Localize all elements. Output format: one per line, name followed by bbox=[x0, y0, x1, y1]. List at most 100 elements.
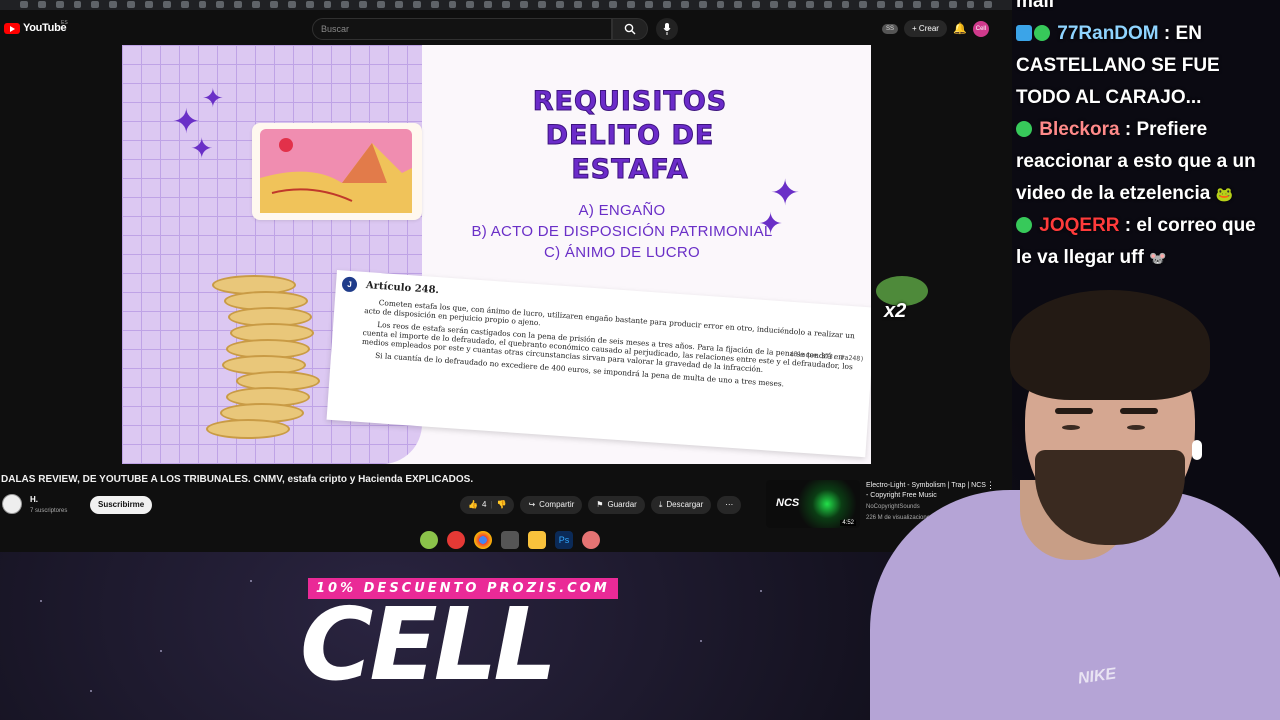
stream-scene: YouTube ES Buscar SS + Crear 🔔 Cell ✦ ✦ … bbox=[0, 0, 1280, 720]
browser-tab[interactable] bbox=[609, 1, 618, 8]
browser-tab[interactable] bbox=[770, 1, 778, 8]
browser-tab[interactable] bbox=[680, 1, 689, 8]
browser-tab[interactable] bbox=[162, 1, 171, 8]
photoshop-icon[interactable]: Ps bbox=[555, 531, 573, 549]
star bbox=[90, 690, 92, 692]
streamer-eye bbox=[1127, 425, 1145, 430]
browser-tab[interactable] bbox=[180, 1, 189, 8]
browser-tab[interactable] bbox=[109, 1, 118, 8]
browser-tab[interactable] bbox=[787, 1, 796, 8]
thumbs-up-icon[interactable]: 👍 bbox=[468, 496, 478, 514]
browser-tab-strip[interactable] bbox=[0, 0, 1012, 10]
chat-username[interactable]: JOQERR bbox=[1039, 215, 1119, 236]
microphone-icon bbox=[663, 23, 671, 35]
taskbar: Ps bbox=[420, 531, 600, 549]
browser-tab[interactable] bbox=[645, 1, 653, 8]
app-icon[interactable] bbox=[420, 531, 438, 549]
browser-tab[interactable] bbox=[520, 1, 528, 8]
browser-tab[interactable] bbox=[502, 1, 511, 8]
browser-tab[interactable] bbox=[966, 1, 975, 8]
browser-tab[interactable] bbox=[627, 1, 636, 8]
browser-tab[interactable] bbox=[716, 1, 725, 8]
channel-name[interactable]: H. bbox=[30, 495, 38, 504]
browser-tab[interactable] bbox=[430, 1, 439, 8]
search-button[interactable] bbox=[612, 18, 648, 40]
browser-tab[interactable] bbox=[948, 1, 957, 8]
browser-tab[interactable] bbox=[662, 1, 671, 8]
voice-search-button[interactable] bbox=[656, 18, 678, 40]
browser-tab[interactable] bbox=[859, 1, 868, 8]
save-button[interactable]: ⚑ Guardar bbox=[588, 496, 645, 514]
browser-tab[interactable] bbox=[55, 1, 64, 8]
browser-tab[interactable] bbox=[252, 1, 261, 8]
browser-tab[interactable] bbox=[484, 1, 493, 8]
create-button[interactable]: + Crear bbox=[904, 20, 947, 37]
browser-tab[interactable] bbox=[984, 1, 993, 8]
browser-tab[interactable] bbox=[698, 1, 707, 8]
browser-tab[interactable] bbox=[573, 1, 582, 8]
notifications-bell-icon[interactable]: 🔔 bbox=[953, 22, 967, 36]
browser-tab[interactable] bbox=[823, 1, 832, 8]
browser-tab[interactable] bbox=[341, 1, 350, 8]
chat-username[interactable]: 77RanDOM bbox=[1057, 23, 1158, 44]
subscriber-badge-icon bbox=[1034, 25, 1050, 41]
profile-avatar[interactable]: Cell bbox=[972, 20, 989, 37]
app-icon[interactable] bbox=[447, 531, 465, 549]
browser-tab[interactable] bbox=[591, 1, 600, 8]
subscribe-button[interactable]: Suscribirme bbox=[90, 496, 153, 514]
browser-tab[interactable] bbox=[91, 1, 100, 8]
browser-tab[interactable] bbox=[466, 1, 475, 8]
desert-illustration bbox=[252, 123, 422, 220]
emote-icon: 🐭 bbox=[1149, 250, 1167, 266]
more-icon: ⋯ bbox=[725, 500, 734, 509]
browser-tab[interactable] bbox=[145, 1, 153, 8]
browser-tab[interactable] bbox=[37, 1, 46, 8]
browser-tab[interactable] bbox=[234, 1, 243, 8]
browser-tab[interactable] bbox=[752, 1, 761, 8]
account-badge[interactable]: SS bbox=[882, 23, 899, 34]
more-options-button[interactable]: ⋯ bbox=[717, 496, 742, 514]
download-label: Descargar bbox=[666, 500, 704, 509]
youtube-play-icon bbox=[4, 22, 20, 34]
earbud bbox=[1192, 440, 1202, 460]
chat-username[interactable]: Bleckora bbox=[1039, 119, 1119, 140]
share-button[interactable]: ↪ Compartir bbox=[520, 496, 583, 514]
browser-tab[interactable] bbox=[377, 1, 386, 8]
browser-tab[interactable] bbox=[127, 1, 136, 8]
browser-tab[interactable] bbox=[555, 1, 564, 8]
requirement-item: C) ÁNIMO DE LUCRO bbox=[544, 244, 700, 261]
app-icon[interactable] bbox=[582, 531, 600, 549]
star bbox=[40, 600, 42, 602]
browser-tab[interactable] bbox=[305, 1, 314, 8]
browser-tab[interactable] bbox=[930, 1, 939, 8]
browser-tab[interactable] bbox=[877, 1, 886, 8]
star bbox=[760, 590, 762, 592]
browser-tab[interactable] bbox=[912, 1, 921, 8]
search-input[interactable]: Buscar bbox=[312, 18, 612, 40]
browser-tab[interactable] bbox=[412, 1, 421, 8]
browser-tab[interactable] bbox=[20, 1, 28, 8]
browser-tab[interactable] bbox=[73, 1, 82, 8]
browser-tab[interactable] bbox=[216, 1, 225, 8]
browser-tab[interactable] bbox=[537, 1, 546, 8]
browser-tab[interactable] bbox=[448, 1, 457, 8]
channel-avatar[interactable] bbox=[2, 494, 22, 514]
video-player[interactable]: ✦ ✦ ✦ ✦ ✦ REQUISITOS DELITO DE ESTAFA A)… bbox=[122, 45, 871, 464]
browser-tab[interactable] bbox=[395, 1, 403, 8]
browser-tab[interactable] bbox=[805, 1, 814, 8]
browser-tab[interactable] bbox=[734, 1, 743, 8]
browser-tab[interactable] bbox=[323, 1, 332, 8]
browser-tab[interactable] bbox=[841, 1, 850, 8]
browser-tab[interactable] bbox=[198, 1, 207, 8]
browser-tab[interactable] bbox=[287, 1, 296, 8]
browser-tab[interactable] bbox=[895, 1, 903, 8]
youtube-logo[interactable]: YouTube ES bbox=[4, 20, 68, 34]
folder-icon[interactable] bbox=[528, 531, 546, 549]
chrome-icon[interactable] bbox=[474, 531, 492, 549]
share-label: Compartir bbox=[539, 500, 575, 509]
browser-tab[interactable] bbox=[270, 1, 278, 8]
browser-tab[interactable] bbox=[359, 1, 368, 8]
thumbs-down-icon[interactable]: 👎 bbox=[497, 496, 507, 514]
download-button[interactable]: ⤓ Descargar bbox=[650, 496, 712, 514]
app-icon[interactable] bbox=[501, 531, 519, 549]
